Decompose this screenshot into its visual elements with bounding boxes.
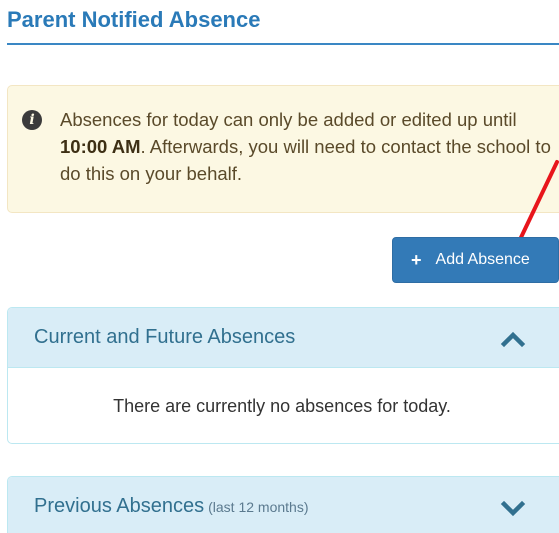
alert-message: Absences for today can only be added or … [60,106,559,187]
alert-text-before: Absences for today can only be added or … [60,109,517,130]
alert-time: 10:00 AM [60,136,141,157]
page: Parent Notified Absence i Absences for t… [0,0,559,533]
info-circle-icon: i [22,110,42,130]
current-absences-title: Current and Future Absences [34,326,296,348]
chevron-down-icon[interactable] [500,495,526,521]
current-absences-panel: Current and Future Absences There are cu… [7,307,559,444]
add-absence-button[interactable]: + Add Absence [392,237,559,283]
previous-absences-subtitle: (last 12 months) [208,499,309,515]
previous-absences-title-text: Previous Absences [34,495,205,517]
current-absences-body: There are currently no absences for toda… [8,368,559,443]
add-absence-label: Add Absence [435,251,530,268]
previous-absences-title: Previous Absences (last 12 months) [34,495,308,518]
warning-alert: i Absences for today can only be added o… [7,85,559,213]
empty-message: There are currently no absences for toda… [113,395,451,416]
page-title: Parent Notified Absence [7,7,261,32]
previous-absences-panel: Previous Absences (last 12 months) [7,476,559,533]
previous-absences-heading[interactable]: Previous Absences (last 12 months) [8,477,559,533]
chevron-up-icon[interactable] [500,326,526,352]
plus-icon: + [411,250,422,270]
current-absences-heading[interactable]: Current and Future Absences [8,308,559,368]
title-divider [7,43,559,45]
